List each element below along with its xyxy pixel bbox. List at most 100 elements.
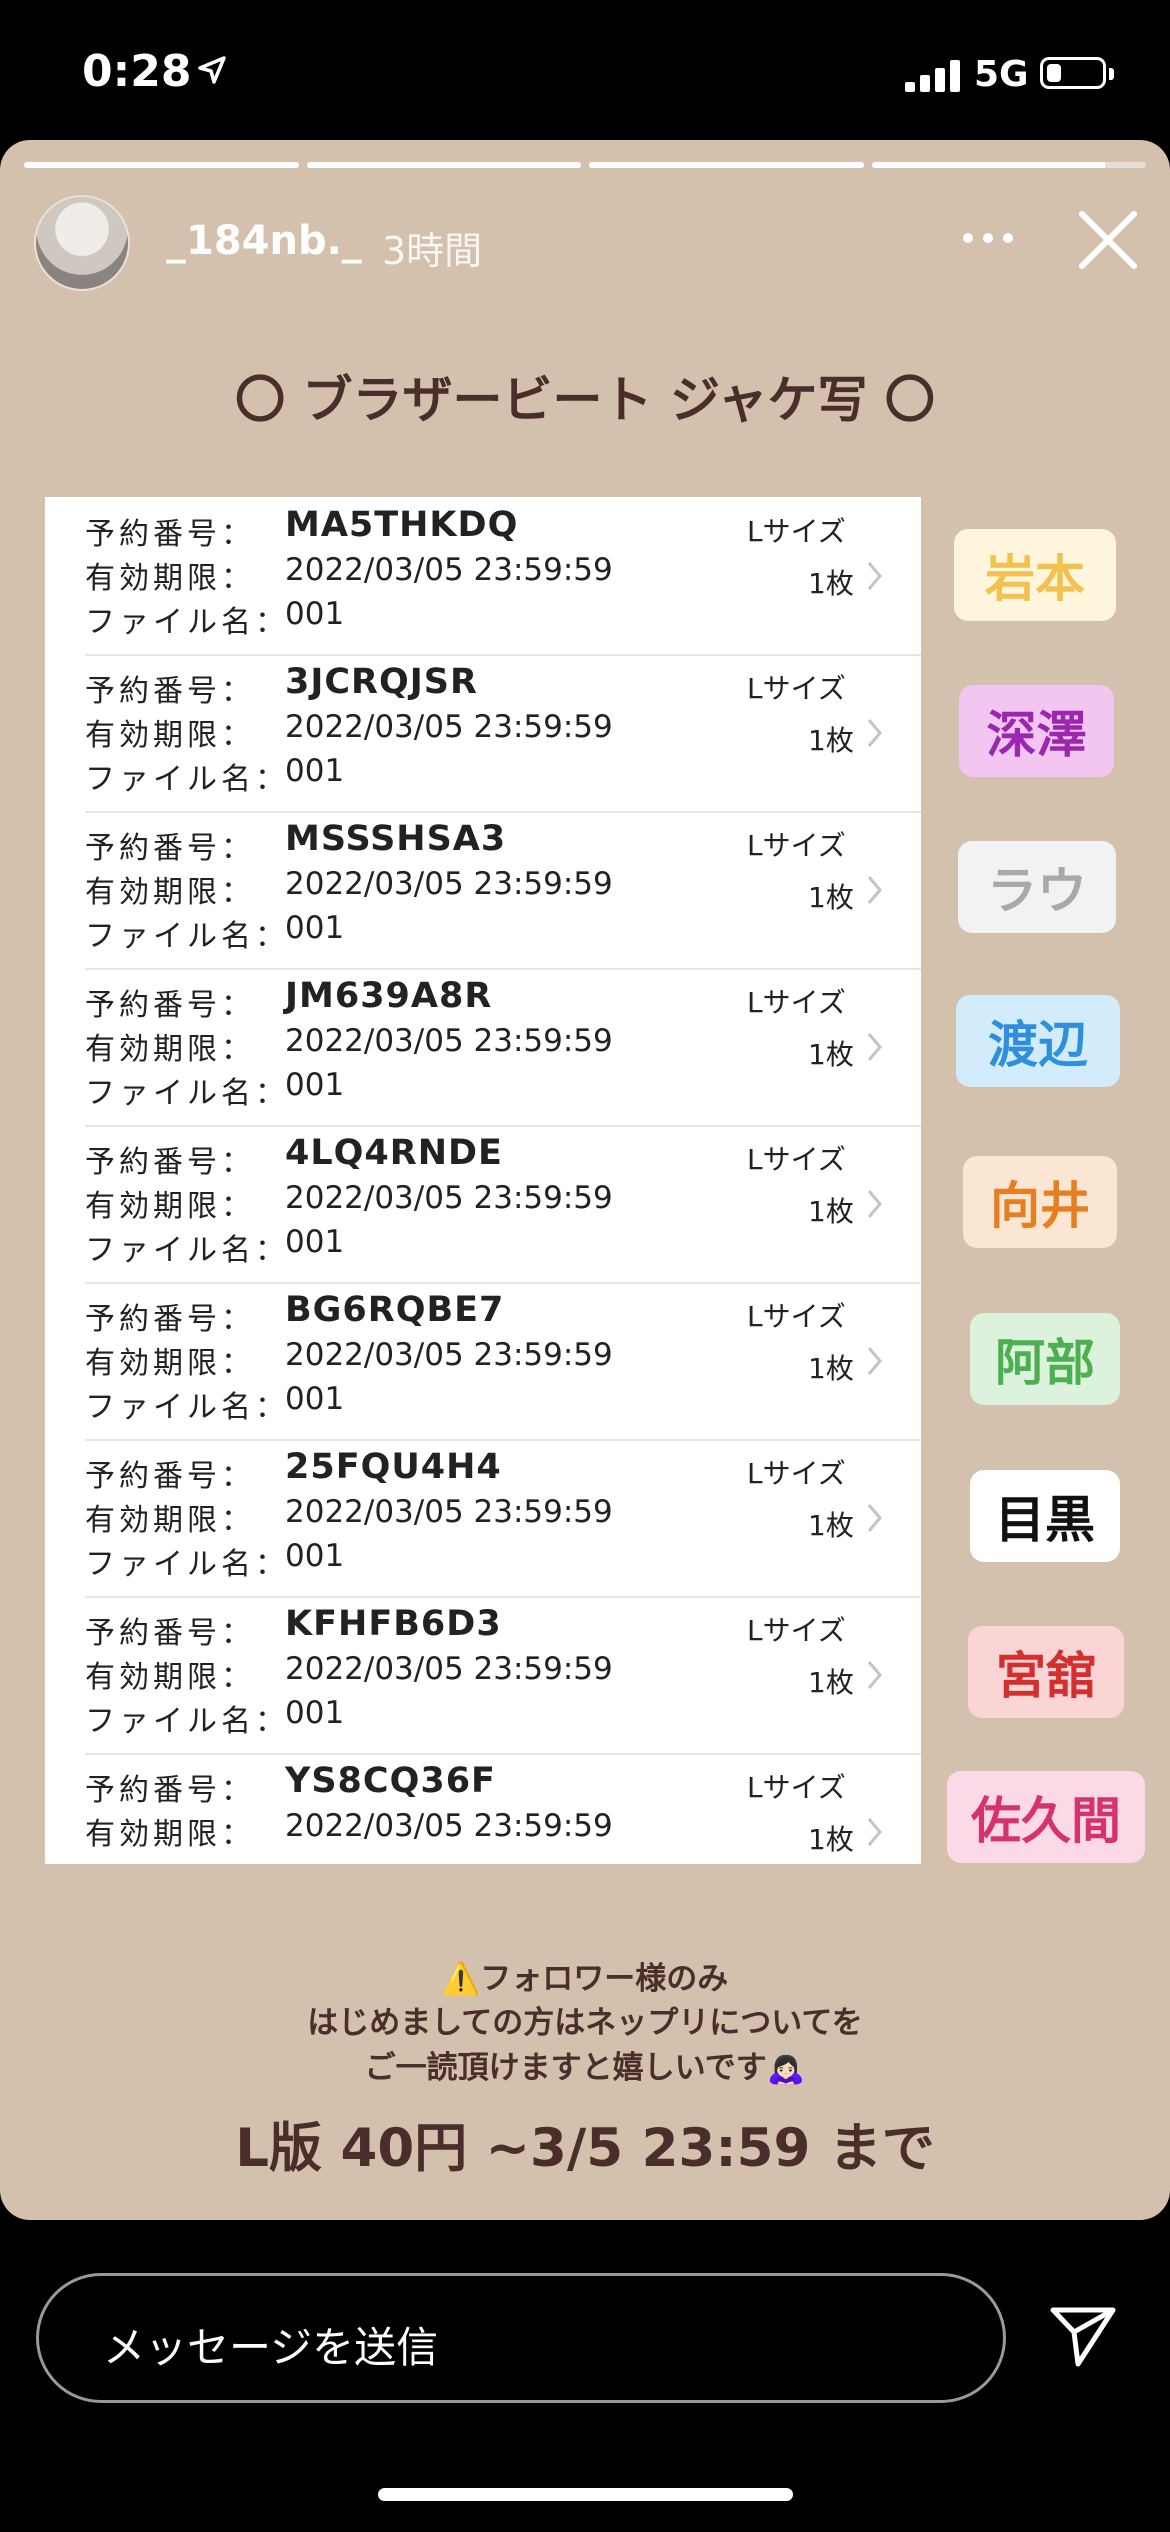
order-row[interactable]: 予約番号： 有効期限： ファイル名： JM639A8R 2022/03/05 23:59… (85, 968, 921, 1127)
order-row[interactable]: 予約番号： 有効期限： ファイル名： 3JCRQJSR 2022/03/05 23:59… (85, 654, 921, 813)
cellular-signal-icon (905, 60, 960, 92)
member-tag: 阿部 (970, 1313, 1120, 1405)
reserve-label: 予約番号： (85, 831, 255, 866)
reserve-label: 予約番号： (85, 988, 255, 1023)
progress-segment (589, 162, 864, 168)
battery-tip (1109, 68, 1114, 80)
expiry-label: 有効期限： (85, 1032, 255, 1067)
print-count: 1枚 (808, 1352, 854, 1385)
time-ago: 3時間 (382, 229, 483, 273)
file-name: 001 (285, 1224, 345, 1260)
expiry-label: 有効期限： (85, 1503, 255, 1538)
reserve-label: 予約番号： (85, 1616, 255, 1651)
reserve-code: MSSSHSA3 (285, 819, 507, 859)
member-tag: 目黒 (970, 1470, 1120, 1562)
chevron-right-icon (867, 1033, 882, 1061)
progress-segment (871, 162, 1146, 168)
username[interactable]: _184nb._ (166, 218, 362, 264)
file-name: 001 (285, 1538, 345, 1574)
print-count: 1枚 (808, 1509, 854, 1542)
member-tag: 佐久間 (947, 1771, 1145, 1863)
close-icon[interactable] (1076, 208, 1140, 272)
print-size: Lサイズ (747, 672, 846, 705)
home-indicator (378, 2488, 793, 2501)
expiry-date: 2022/03/05 23:59:59 (285, 1651, 613, 1687)
note-line: ⚠️フォロワー様のみ (441, 1961, 729, 1997)
reserve-code: YS8CQ36F (285, 1761, 496, 1801)
progress-segment (306, 162, 581, 168)
chevron-right-icon (867, 1190, 882, 1218)
send-icon[interactable] (1048, 2302, 1118, 2372)
location-arrow-icon (198, 56, 226, 84)
member-tag: 深澤 (959, 685, 1114, 777)
avatar[interactable] (34, 195, 130, 291)
message-input[interactable]: メッセージを送信 (36, 2273, 1006, 2403)
reserve-code: 25FQU4H4 (285, 1447, 502, 1487)
expiry-label: 有効期限： (85, 1817, 255, 1852)
order-list: 予約番号： 有効期限： ファイル名： MA5THKDQ 2022/03/05 23:59… (45, 497, 921, 1864)
message-placeholder: メッセージを送信 (103, 2323, 439, 2372)
story-card[interactable]: _184nb._ 3時間 〇 ブラザービート ジャケ写 〇 予約番号： 有効期限：… (0, 140, 1170, 2220)
expiry-label: 有効期限： (85, 1660, 255, 1695)
file-name: 001 (285, 1381, 345, 1417)
print-size: Lサイズ (747, 829, 846, 862)
expiry-label: 有効期限： (85, 875, 255, 910)
file-name: 001 (285, 596, 345, 632)
file-name: 001 (285, 753, 345, 789)
chevron-right-icon (867, 562, 882, 590)
order-row[interactable]: 予約番号： 有効期限： ファイル名： 25FQU4H4 2022/03/05 23:59… (85, 1439, 921, 1598)
chevron-right-icon (867, 719, 882, 747)
print-size: Lサイズ (747, 1614, 846, 1647)
reserve-label: 予約番号： (85, 1145, 255, 1180)
reserve-label: 予約番号： (85, 1773, 255, 1808)
file-label: ファイル名： (85, 1076, 289, 1111)
expiry-date: 2022/03/05 23:59:59 (285, 866, 613, 902)
file-label: ファイル名： (85, 762, 289, 797)
file-label: ファイル名： (85, 919, 289, 954)
print-size: Lサイズ (747, 515, 846, 548)
member-tag: 岩本 (954, 529, 1116, 621)
expiry-label: 有効期限： (85, 561, 255, 596)
reserve-code: JM639A8R (285, 976, 493, 1016)
battery-icon (1040, 57, 1106, 89)
expiry-label: 有効期限： (85, 1346, 255, 1381)
print-count: 1枚 (808, 724, 854, 757)
print-count: 1枚 (808, 1666, 854, 1699)
more-options-icon[interactable] (958, 228, 1018, 248)
reserve-label: 予約番号： (85, 1459, 255, 1494)
order-row[interactable]: 予約番号： 有効期限： ファイル名： KFHFB6D3 2022/03/05 23:59… (85, 1596, 921, 1755)
expiry-label: 有効期限： (85, 1189, 255, 1224)
reserve-label: 予約番号： (85, 517, 255, 552)
expiry-date: 2022/03/05 23:59:59 (285, 1023, 613, 1059)
network-type: 5G (974, 54, 1029, 95)
note-line: はじめましての方はネップリについてを (307, 2005, 863, 2041)
progress-segment (24, 162, 299, 168)
chevron-right-icon (867, 1347, 882, 1375)
order-row[interactable]: 予約番号： 有効期限： ファイル名： MSSSHSA3 2022/03/05 23:59… (85, 811, 921, 970)
file-label: ファイル名： (85, 1704, 289, 1739)
expiry-label: 有効期限： (85, 718, 255, 753)
chevron-right-icon (867, 876, 882, 904)
expiry-date: 2022/03/05 23:59:59 (285, 1808, 613, 1844)
order-row[interactable]: 予約番号： 有効期限： ファイル名： MA5THKDQ 2022/03/05 23:59… (85, 497, 921, 656)
expiry-date: 2022/03/05 23:59:59 (285, 1494, 613, 1530)
print-size: Lサイズ (747, 1457, 846, 1490)
expiry-date: 2022/03/05 23:59:59 (285, 709, 613, 745)
expiry-date: 2022/03/05 23:59:59 (285, 1180, 613, 1216)
member-tag: 渡辺 (956, 995, 1120, 1087)
price-text: L版 40円 ~3/5 23:59 まで (235, 2118, 935, 2179)
member-tag: 宮舘 (968, 1626, 1124, 1718)
order-row[interactable]: 予約番号： 有効期限： ファイル名： 4LQ4RNDE 2022/03/05 23:59… (85, 1125, 921, 1284)
member-tag: ラウ (958, 841, 1116, 933)
file-label: ファイル名： (85, 1233, 289, 1268)
print-size: Lサイズ (747, 1771, 846, 1804)
order-row[interactable]: 予約番号： 有効期限： YS8CQ36F 2022/03/05 23:59:59 Lサイ… (85, 1753, 921, 1864)
status-time: 0:28 (82, 46, 192, 97)
order-row[interactable]: 予約番号： 有効期限： ファイル名： BG6RQBE7 2022/03/05 23:59… (85, 1282, 921, 1441)
member-tag: 向井 (963, 1156, 1117, 1248)
reserve-code: 4LQ4RNDE (285, 1133, 503, 1173)
print-count: 1枚 (808, 881, 854, 914)
file-label: ファイル名： (85, 605, 289, 640)
story-progress (24, 162, 1146, 168)
file-name: 001 (285, 1695, 345, 1731)
